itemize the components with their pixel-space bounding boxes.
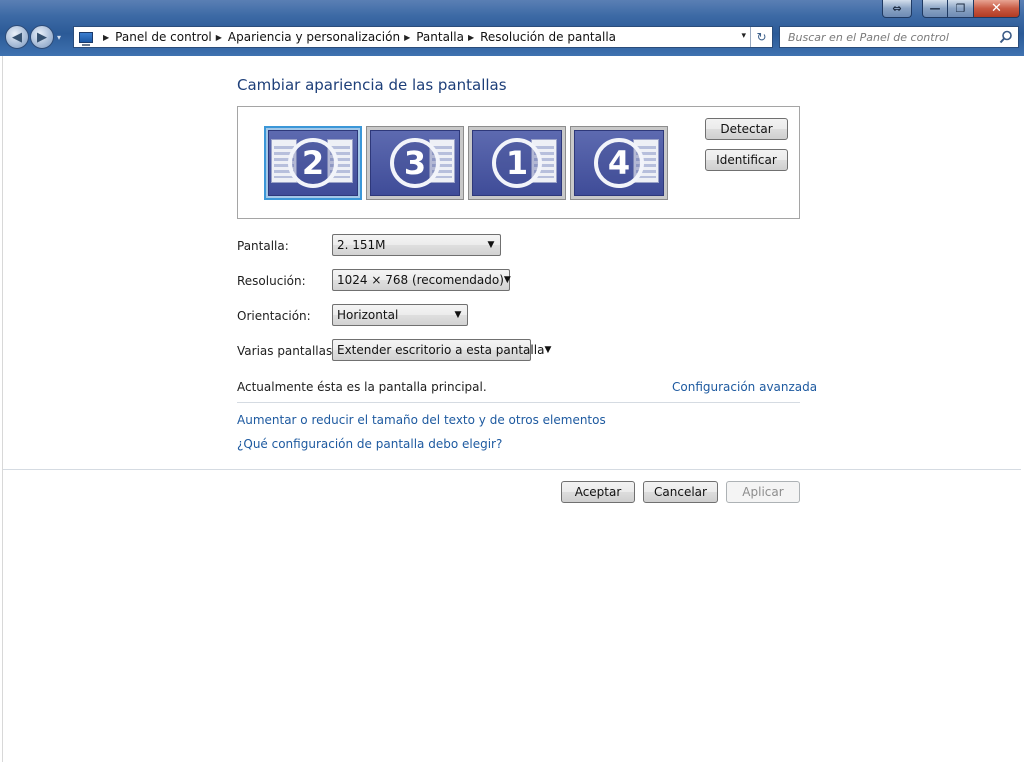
close-icon: ✕ xyxy=(991,1,1002,16)
monitor-number-badge: 1 xyxy=(492,138,542,188)
refresh-button[interactable]: ↻ xyxy=(750,27,772,47)
monitor-2[interactable]: 2 xyxy=(264,126,362,200)
cancel-button[interactable]: Cancelar xyxy=(643,481,718,503)
monitor-4[interactable]: 4 xyxy=(570,126,668,200)
orientation-label: Orientación: xyxy=(237,309,311,323)
divider xyxy=(3,469,1021,470)
display-select-value: 2. 151M xyxy=(337,238,386,252)
caption-buttons: ⇔ — ❐ ✕ xyxy=(882,0,1020,18)
dropdown-arrow-icon: ▼ xyxy=(544,345,552,355)
search-icon[interactable] xyxy=(999,30,1013,44)
dropdown-arrow-icon: ▼ xyxy=(487,240,495,250)
orientation-select[interactable]: Horizontal ▼ xyxy=(332,304,468,326)
dropdown-arrow-icon: ▼ xyxy=(503,275,511,285)
navigation-buttons: ◀ ▶ ▾ xyxy=(5,25,61,49)
breadcrumb-appearance[interactable]: Apariencia y personalización xyxy=(228,30,400,44)
display-select[interactable]: 2. 151M ▼ xyxy=(332,234,501,256)
control-panel-icon xyxy=(79,31,93,46)
resolution-select[interactable]: 1024 × 768 (recomendado) ▼ xyxy=(332,269,511,291)
page-title: Cambiar apariencia de las pantallas xyxy=(237,76,507,94)
breadcrumb-separator-icon[interactable]: ▶ xyxy=(103,33,109,42)
breadcrumb: ▶ Panel de control ▶ Apariencia y person… xyxy=(99,27,616,47)
monitor-number-badge: 2 xyxy=(288,138,338,188)
monitor-arrangement-panel: 2 3 1 4 Detectar Identificar xyxy=(237,106,800,219)
window-title-bar: ⇔ — ❐ ✕ ◀ ▶ ▾ ▶ Panel de control ▶ Apari… xyxy=(0,0,1024,56)
breadcrumb-separator-icon[interactable]: ▶ xyxy=(468,33,474,42)
multiple-displays-select-value: Extender escritorio a esta pantalla xyxy=(337,343,545,357)
minimize-icon: — xyxy=(929,2,941,15)
advanced-settings-link[interactable]: Configuración avanzada xyxy=(672,380,817,394)
breadcrumb-separator-icon[interactable]: ▶ xyxy=(404,33,410,42)
address-bar[interactable]: ▶ Panel de control ▶ Apariencia y person… xyxy=(73,26,773,48)
monitor-1[interactable]: 1 xyxy=(468,126,566,200)
back-button[interactable]: ◀ xyxy=(5,25,29,49)
close-button[interactable]: ✕ xyxy=(974,0,1020,18)
multiple-displays-select[interactable]: Extender escritorio a esta pantalla ▼ xyxy=(332,339,551,361)
address-dropdown-icon[interactable]: ▾ xyxy=(741,31,746,41)
display-label: Pantalla: xyxy=(237,239,289,253)
monitor-screen: 4 xyxy=(574,130,664,196)
text-size-link[interactable]: Aumentar o reducir el tamaño del texto y… xyxy=(237,413,606,427)
monitor-screen: 2 xyxy=(268,130,358,196)
monitor-screen: 3 xyxy=(370,130,460,196)
refresh-icon: ↻ xyxy=(756,30,767,44)
multiple-displays-label: Varias pantallas: xyxy=(237,344,337,358)
window-controls: — ❐ ✕ xyxy=(922,0,1020,18)
search-input[interactable] xyxy=(788,30,988,44)
breadcrumb-screen-resolution[interactable]: Resolución de pantalla xyxy=(480,30,616,44)
monitor-screen: 1 xyxy=(472,130,562,196)
dropdown-arrow-icon: ▼ xyxy=(454,310,462,320)
detect-button[interactable]: Detectar xyxy=(705,118,788,140)
apply-button[interactable]: Aplicar xyxy=(726,481,800,503)
monitor-number-badge: 4 xyxy=(594,138,644,188)
ok-button[interactable]: Aceptar xyxy=(561,481,635,503)
minimize-button[interactable]: — xyxy=(922,0,948,18)
search-box xyxy=(779,26,1019,48)
breadcrumb-display[interactable]: Pantalla xyxy=(416,30,464,44)
forward-button[interactable]: ▶ xyxy=(30,25,54,49)
recent-pages-dropdown-icon[interactable]: ▾ xyxy=(57,33,61,42)
monitor-3[interactable]: 3 xyxy=(366,126,464,200)
display-help-link[interactable]: ¿Qué configuración de pantalla debo eleg… xyxy=(237,437,502,451)
orientation-select-value: Horizontal xyxy=(337,308,399,322)
swap-icon: ⇔ xyxy=(892,2,902,15)
primary-display-status: Actualmente ésta es la pantalla principa… xyxy=(237,380,487,394)
main-content: Cambiar apariencia de las pantallas 2 3 … xyxy=(2,56,1021,762)
divider xyxy=(237,402,800,403)
breadcrumb-separator-icon[interactable]: ▶ xyxy=(216,33,222,42)
maximize-button[interactable]: ❐ xyxy=(948,0,974,18)
identify-button[interactable]: Identificar xyxy=(705,149,788,171)
swap-screen-button[interactable]: ⇔ xyxy=(882,0,912,18)
forward-arrow-icon: ▶ xyxy=(37,29,47,45)
resolution-label: Resolución: xyxy=(237,274,306,288)
maximize-icon: ❐ xyxy=(955,2,966,15)
breadcrumb-control-panel[interactable]: Panel de control xyxy=(115,30,212,44)
back-arrow-icon: ◀ xyxy=(12,29,22,45)
monitor-number-badge: 3 xyxy=(390,138,440,188)
resolution-select-value: 1024 × 768 (recomendado) xyxy=(337,273,504,287)
